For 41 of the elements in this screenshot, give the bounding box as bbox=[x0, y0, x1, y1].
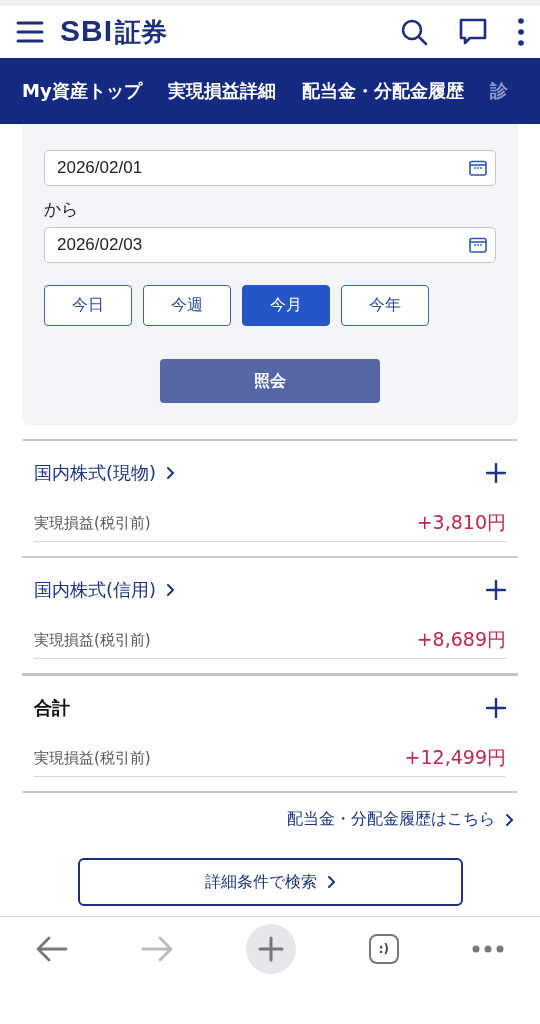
nav-tab[interactable]: My資産トップ bbox=[22, 79, 142, 103]
section-link[interactable]: 国内株式(現物) bbox=[34, 461, 176, 485]
row-label: 実現損益(税引前) bbox=[34, 630, 152, 650]
chevron-icon bbox=[505, 812, 514, 827]
logo[interactable]: SBI証券 bbox=[60, 14, 167, 50]
profit-value: +12,499円 bbox=[404, 745, 506, 770]
chat-icon[interactable] bbox=[458, 17, 488, 47]
row-label: 実現損益(税引前) bbox=[34, 748, 152, 768]
search-conditions-button[interactable]: 詳細条件で検索 bbox=[77, 858, 463, 906]
chevron-icon bbox=[166, 466, 176, 480]
plus-icon[interactable] bbox=[486, 463, 506, 483]
chevron-icon bbox=[166, 583, 176, 597]
calendar-icon[interactable] bbox=[469, 160, 487, 176]
period-button[interactable]: 今日 bbox=[44, 285, 132, 326]
from-label: から bbox=[44, 198, 79, 221]
query-button[interactable]: 照会 bbox=[160, 359, 380, 403]
period-button[interactable]: 今年 bbox=[341, 285, 429, 326]
new-tab-button[interactable] bbox=[246, 924, 296, 974]
plus-icon[interactable] bbox=[486, 698, 506, 718]
date-field[interactable]: 2026/02/03 bbox=[44, 227, 496, 263]
period-button[interactable]: 今月 bbox=[242, 285, 330, 326]
section-link[interactable]: 国内株式(信用) bbox=[34, 578, 176, 602]
profit-value: +8,689円 bbox=[416, 627, 506, 652]
row-label: 実現損益(税引前) bbox=[34, 513, 152, 533]
section-title: 合計 bbox=[34, 696, 70, 720]
dividend-link[interactable]: 配当金・分配金履歴はこちら bbox=[287, 809, 514, 830]
plus-icon[interactable] bbox=[486, 580, 506, 600]
nav-tab[interactable]: 診 bbox=[489, 79, 508, 103]
more-icon[interactable] bbox=[518, 18, 524, 46]
calendar-icon[interactable] bbox=[469, 237, 487, 253]
search-icon[interactable] bbox=[400, 18, 428, 46]
profit-value: +3,810円 bbox=[416, 510, 506, 535]
chevron-icon bbox=[326, 875, 336, 889]
tabs-button[interactable]: :) bbox=[368, 934, 399, 964]
back-arrow-icon[interactable] bbox=[36, 936, 69, 962]
date-field[interactable]: 2026/02/01 bbox=[44, 150, 496, 186]
menu-icon[interactable] bbox=[16, 20, 44, 44]
nav-tab[interactable]: 実現損益詳細 bbox=[167, 79, 276, 103]
period-button[interactable]: 今週 bbox=[143, 285, 231, 326]
nav-tab[interactable]: 配当金・分配金履歴 bbox=[301, 79, 464, 103]
plus-icon bbox=[258, 936, 284, 962]
